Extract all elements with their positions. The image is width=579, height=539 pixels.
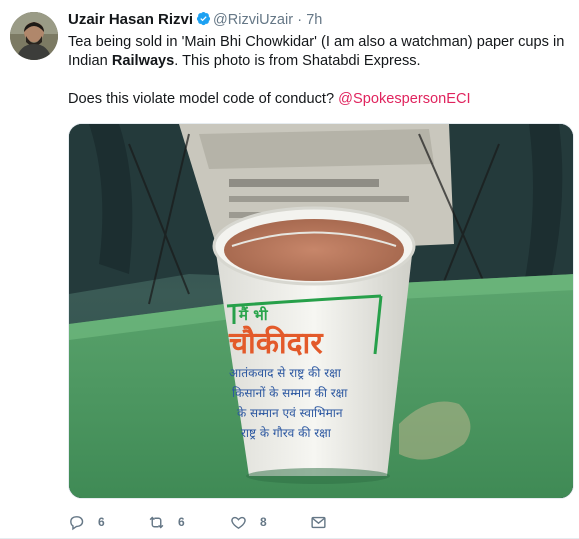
tweet-text: Tea being sold in 'Main Bhi Chowkidar' (… [68, 33, 568, 109]
cup-slogan-main: चौकीदार [228, 325, 324, 361]
photo-image: मैं भी चौकीदार आतंकवाद से राष्ट्र की रक्… [69, 124, 573, 498]
tweet-text-suffix: . This photo is from Shatabdi Express. [174, 53, 421, 69]
reply-count: 6 [98, 515, 105, 529]
tweet-content: Uzair Hasan Rizvi @RizviUzair · 7h Tea be… [68, 10, 568, 109]
tweet-text-prefix: Indian [68, 53, 112, 69]
retweet-button[interactable]: 6 [148, 509, 185, 535]
author-name[interactable]: Uzair Hasan Rizvi [68, 11, 193, 28]
tweet-card[interactable]: Uzair Hasan Rizvi @RizviUzair · 7h Tea be… [0, 0, 579, 539]
cup-slogan-top: मैं भी [238, 306, 269, 324]
verified-badge-icon [196, 11, 211, 26]
avatar-image [10, 12, 58, 60]
tweet-text-line-3: Does this violate model code of conduct?… [68, 90, 568, 109]
retweet-icon [149, 516, 164, 528]
tweet-text-line-2: Indian Railways. This photo is from Shat… [68, 52, 568, 71]
cup-text-4: राष्ट्र के गौरव की रक्षा [241, 426, 332, 440]
cup-text-2: किसानों के सम्मान की रक्षा [232, 386, 348, 400]
avatar[interactable] [10, 12, 58, 60]
tweet-header: Uzair Hasan Rizvi @RizviUzair · 7h [68, 10, 568, 30]
cup-text-3: के सम्मान एवं स्वाभिमान [237, 406, 343, 420]
heart-icon [231, 516, 246, 529]
direct-message-button[interactable] [310, 509, 340, 535]
like-button[interactable]: 8 [230, 509, 267, 535]
hashtag-railways[interactable]: Railways [112, 53, 174, 69]
reply-icon [70, 515, 84, 530]
retweet-count: 6 [178, 515, 185, 529]
mention-link[interactable]: @SpokespersonECI [338, 91, 470, 107]
reply-button[interactable]: 6 [68, 509, 105, 535]
tweet-text-line-1: Tea being sold in 'Main Bhi Chowkidar' (… [68, 34, 565, 50]
like-count: 8 [260, 515, 267, 529]
author-handle[interactable]: @RizviUzair [213, 12, 293, 28]
tweet-question: Does this violate model code of conduct? [68, 91, 339, 107]
separator-dot: · [297, 12, 303, 28]
envelope-icon [311, 516, 326, 528]
tweet-photo[interactable]: मैं भी चौकीदार आतंकवाद से राष्ट्र की रक्… [68, 123, 574, 499]
tweet-actions: 6 6 8 [68, 509, 368, 535]
tweet-timestamp[interactable]: 7h [306, 12, 322, 28]
cup-text-1: आतंकवाद से राष्ट्र की रक्षा [229, 366, 342, 380]
